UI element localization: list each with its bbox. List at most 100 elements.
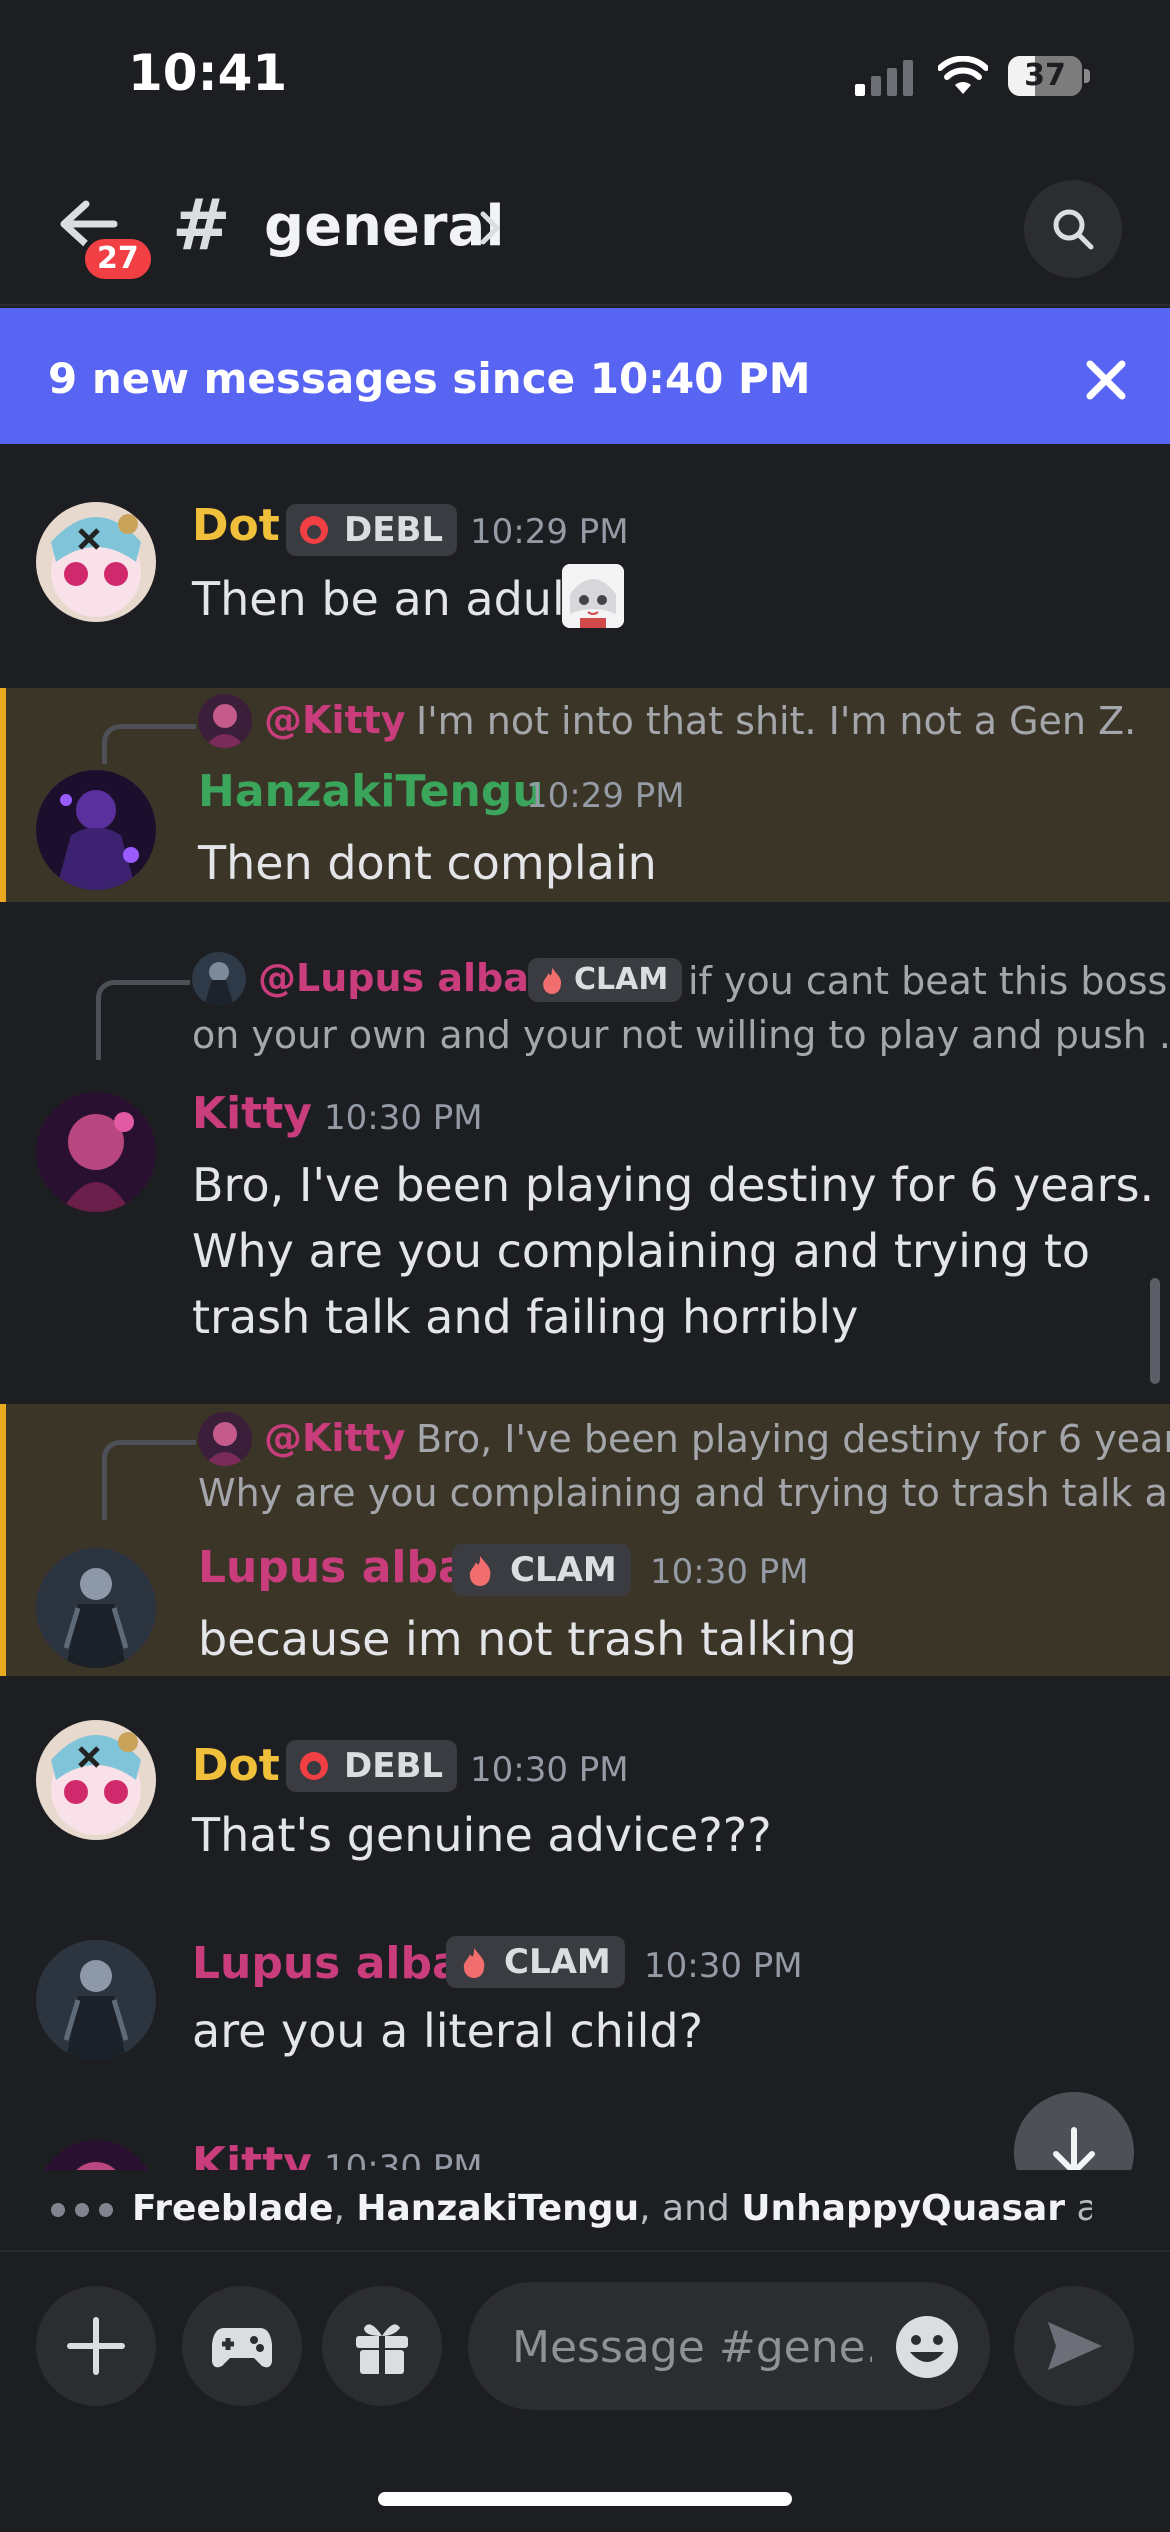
gift-icon [356,2324,408,2374]
reply-preview[interactable]: on your own and your not willing to play… [192,1008,1170,1062]
search-icon [1053,209,1094,250]
reply-preview[interactable]: Bro, I've been playing destiny for 6 yea… [416,1412,1170,1466]
red-emblem-icon [300,516,328,544]
tag-label: CLAM [504,1942,611,1982]
clan-tag[interactable]: CLAM [528,958,683,1002]
reply-connector [96,980,190,1060]
scrollbar[interactable] [1150,1278,1160,1384]
username[interactable]: Lupus alba [192,1938,462,1989]
username[interactable]: Kitty [192,2138,312,2170]
message-text: Then dont complain [198,836,657,890]
home-indicator [378,2492,792,2506]
message[interactable]: Lupus alba CLAM 10:30 PM are you a liter… [0,1920,1170,2090]
clock: 10:41 [128,44,288,102]
username[interactable]: Dot [192,1740,280,1791]
reply-avatar [192,952,246,1006]
timestamp: 10:30 PM [470,1750,629,1790]
reply-connector [102,1440,196,1520]
reply-connector [102,724,196,764]
message-text: because im not trash talking [198,1612,857,1666]
tag-label: DEBL [344,510,444,550]
activities-button[interactable] [182,2286,302,2406]
username[interactable]: Dot [192,500,280,551]
message-composer: Message #gene... [0,2250,1170,2532]
flame-icon [543,967,562,994]
cellular-signal-icon [855,60,913,96]
chevron-right-icon[interactable] [478,208,502,248]
typing-text: Freeblade, HanzakiTengu, and UnhappyQuas… [132,2188,1092,2229]
send-button[interactable] [1014,2286,1134,2406]
battery-icon: 37 [1008,56,1090,100]
message-mention[interactable]: @Kitty I'm not into that shit. I'm not a… [0,688,1170,902]
message-placeholder: Message #gene... [512,2322,872,2373]
close-icon[interactable] [1084,358,1128,402]
message-line: Bro, I've been playing destiny for 6 yea… [192,1158,1155,1212]
clan-tag[interactable]: CLAM [452,1544,631,1596]
avatar[interactable] [36,2140,156,2170]
message-input[interactable]: Message #gene... [468,2282,990,2410]
wifi-icon [938,56,988,94]
typing-separator: , [333,2188,357,2229]
gift-button[interactable] [322,2286,442,2406]
flame-icon [463,1948,485,1978]
typing-separator: , and [639,2188,742,2229]
message-text: Bro, I've been playing destiny for 6 yea… [192,1152,1154,1350]
search-button[interactable] [1024,180,1122,278]
avatar[interactable] [36,502,156,622]
reply-mention[interactable]: @Kitty [264,1416,406,1460]
timestamp: 10:29 PM [526,776,685,816]
avatar[interactable] [36,1548,156,1668]
anime-girl-sticker [562,564,624,628]
clan-tag[interactable]: CLAM [446,1936,625,1988]
send-icon [1048,2322,1102,2370]
typing-suffix: are typi... [1076,2188,1092,2229]
message-text: are you a literal child? [192,2004,703,2058]
emoji-icon[interactable] [894,2314,960,2380]
username[interactable]: HanzakiTengu [198,766,544,817]
new-messages-banner[interactable]: 9 new messages since 10:40 PM [0,308,1170,444]
hashtag-icon: # [172,184,231,266]
channel-header: 27 # general [0,150,1170,306]
gamepad-icon [212,2328,272,2368]
username[interactable]: Lupus alba [198,1542,468,1593]
message[interactable]: @Lupus alba CLAM if you cant beat this b… [0,940,1170,1360]
battery-level: 37 [1024,58,1066,93]
reply-avatar [198,694,252,748]
reply-preview[interactable]: I'm not into that shit. I'm not a Gen Z. [416,694,1136,748]
timestamp: 10:30 PM [650,1552,809,1592]
typing-user: HanzakiTengu [356,2188,640,2229]
reply-preview[interactable]: Why are you complaining and trying to tr… [198,1466,1170,1520]
reply-preview[interactable]: if you cant beat this boss [688,954,1167,1008]
clan-tag[interactable]: DEBL [286,1740,458,1792]
channel-title[interactable]: general [264,196,505,258]
tag-label: CLAM [510,1550,617,1590]
avatar[interactable] [36,770,156,890]
message[interactable]: Dot DEBL 10:30 PM That's genuine advice?… [0,1700,1170,1880]
typing-user: UnhappyQuasar [741,2188,1066,2229]
message-mention[interactable]: @Kitty Bro, I've been playing destiny fo… [0,1404,1170,1676]
timestamp: 10:30 PM [324,1098,483,1138]
timestamp: 10:29 PM [470,512,629,552]
add-attachment-button[interactable] [36,2286,156,2406]
new-messages-text: 9 new messages since 10:40 PM [48,354,811,403]
clan-tag[interactable]: DEBL [286,504,458,556]
status-bar: 10:41 37 [0,0,1170,150]
message[interactable]: Kitty 10:30 PM [0,2130,1170,2170]
unread-badge: 27 [80,234,156,284]
flame-icon [469,1556,491,1586]
reply-avatar [198,1412,252,1466]
message-text: That's genuine advice??? [192,1808,772,1862]
avatar[interactable] [36,1940,156,2060]
reply-mention[interactable]: @Lupus alba [258,956,529,1000]
message-line: Why are you complaining and trying to [192,1224,1091,1278]
timestamp: 10:30 PM [324,2148,483,2170]
reply-mention[interactable]: @Kitty [264,698,406,742]
message[interactable]: Dot DEBL 10:29 PM Then be an adult [0,470,1170,680]
tag-label: DEBL [344,1746,444,1786]
avatar[interactable] [36,1092,156,1212]
plus-icon [67,2317,125,2375]
avatar[interactable] [36,1720,156,1840]
username[interactable]: Kitty [192,1088,312,1139]
typing-indicator: Freeblade, HanzakiTengu, and UnhappyQuas… [0,2170,1170,2250]
typing-user: Freeblade [132,2188,334,2229]
